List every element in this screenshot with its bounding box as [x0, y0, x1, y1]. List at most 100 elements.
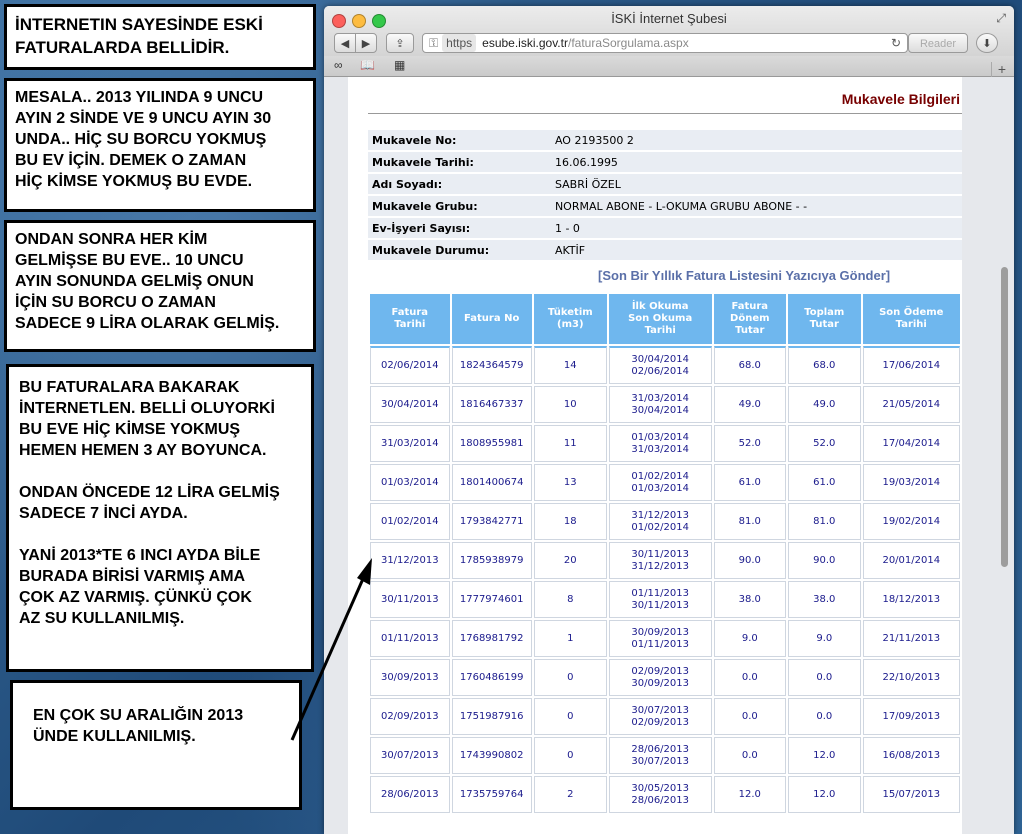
- url-path: /faturaSorgulama.aspx: [567, 36, 689, 50]
- table-cell: 02/06/2014: [370, 346, 450, 384]
- table-cell: 52.0: [788, 425, 861, 462]
- table-cell: 01/11/2013 30/11/2013: [608, 581, 712, 618]
- page-content: Mukavele Bilgileri Mukavele No: AO 219350…: [348, 77, 962, 834]
- table-cell: 02/09/2013: [370, 698, 450, 735]
- table-cell: 17/06/2014: [862, 346, 960, 384]
- table-cell: 1777974601: [451, 581, 532, 618]
- table-cell: 21/11/2013: [862, 620, 960, 657]
- table-cell: 0: [533, 737, 607, 774]
- table-cell: 1751987916: [451, 698, 532, 735]
- forward-button[interactable]: ▶: [355, 33, 377, 53]
- table-cell: 16/08/2013: [862, 737, 960, 774]
- info-row: Mukavele No: AO 2193500 2: [368, 130, 962, 150]
- table-cell: 2: [533, 776, 607, 813]
- table-cell: 9.0: [713, 620, 787, 657]
- downloads-icon[interactable]: ⬇: [976, 33, 998, 53]
- table-cell: 01/03/2014: [370, 464, 450, 501]
- table-cell: 38.0: [713, 581, 787, 618]
- print-invoice-list-link[interactable]: [Son Bir Yıllık Fatura Listesini Yazıcıy…: [598, 268, 890, 283]
- annotation-text: ONDAN SONRA HER KİM GELMİŞSE BU EVE.. 10…: [15, 231, 280, 332]
- address-bar[interactable]: ⚿ https esube.iski.gov.tr/faturaSorgulama.…: [422, 33, 908, 53]
- table-cell: 01/03/2014 31/03/2014: [608, 425, 712, 462]
- table-cell: 30/04/2014: [370, 386, 450, 423]
- table-cell: 1793842771: [451, 503, 532, 540]
- window-title: İSKİ İnternet Şubesi: [611, 11, 727, 26]
- invoice-table: Fatura Tarihi Fatura No Tüketim (m3) İlk Ok…: [368, 292, 962, 815]
- table-cell: 12.0: [713, 776, 787, 813]
- table-cell: 22/10/2013: [862, 659, 960, 696]
- divider: [368, 113, 962, 114]
- table-cell: 1816467337: [451, 386, 532, 423]
- table-row: 01/11/2013 1768981792 1 30/09/2013 01/11/20…: [370, 620, 960, 657]
- info-label: Ev-İşyeri Sayısı:: [368, 218, 551, 238]
- new-tab-button[interactable]: +: [991, 62, 1012, 78]
- info-label: Adı Soyadı:: [368, 174, 551, 194]
- annotation-text: İNTERNETIN SAYESİNDE ESKİ FATURALARDA BE…: [15, 15, 263, 57]
- column-header: Son Ödeme Tarihi: [862, 294, 960, 344]
- table-cell: 30/07/2013: [370, 737, 450, 774]
- top-sites-icon[interactable]: ▦: [394, 58, 405, 72]
- reading-list-icon[interactable]: ∞: [334, 58, 343, 72]
- table-cell: 21/05/2014: [862, 386, 960, 423]
- table-cell: 61.0: [788, 464, 861, 501]
- info-label: Mukavele No:: [368, 130, 551, 150]
- column-header: Toplam Tutar: [788, 294, 861, 344]
- section-title: Mukavele Bilgileri: [841, 91, 960, 107]
- table-cell: 61.0: [713, 464, 787, 501]
- share-button[interactable]: ⇪: [386, 33, 414, 53]
- info-value: 16.06.1995: [550, 152, 962, 172]
- info-label: Mukavele Tarihi:: [368, 152, 551, 172]
- annotation-text: YANİ 2013*TE 6 INCI AYDA BİLE BURADA BİR…: [19, 547, 261, 627]
- table-cell: 0: [533, 698, 607, 735]
- table-row: 01/03/2014 1801400674 13 01/02/2014 01/03/2…: [370, 464, 960, 501]
- annotation-text: BU FATURALARA BAKARAK İNTERNETLEN. BELLİ…: [19, 379, 275, 459]
- table-cell: 30/09/2013 01/11/2013: [608, 620, 712, 657]
- table-cell: 1785938979: [451, 542, 532, 579]
- back-button[interactable]: ◀: [334, 33, 356, 53]
- annotation-note-2: MESALA.. 2013 YILINDA 9 UNCU AYIN 2 SİND…: [4, 78, 316, 212]
- info-label: Mukavele Durumu:: [368, 240, 551, 260]
- table-cell: 30/05/2013 28/06/2013: [608, 776, 712, 813]
- info-row: Mukavele Durumu: AKTİF: [368, 240, 962, 260]
- vertical-scrollbar[interactable]: [1001, 267, 1008, 567]
- info-label: Mukavele Grubu:: [368, 196, 551, 216]
- annotation-note-5: EN ÇOK SU ARALIĞIN 2013 ÜNDE KULLANILMIŞ…: [10, 680, 302, 810]
- table-cell: 68.0: [788, 346, 861, 384]
- bookmarks-icon[interactable]: 📖: [360, 58, 375, 72]
- table-cell: 13: [533, 464, 607, 501]
- table-cell: 1768981792: [451, 620, 532, 657]
- table-cell: 20: [533, 542, 607, 579]
- info-value: NORMAL ABONE - L-OKUMA GRUBU ABONE - -: [550, 196, 962, 216]
- table-row: 02/09/2013 1751987916 0 30/07/2013 02/09/20…: [370, 698, 960, 735]
- toolbar: ◀ ▶ ⇪ ⚿ https esube.iski.gov.tr/faturaSorg…: [330, 33, 1008, 57]
- table-cell: 31/03/2014 30/04/2014: [608, 386, 712, 423]
- table-cell: 19/02/2014: [862, 503, 960, 540]
- table-cell: 52.0: [713, 425, 787, 462]
- info-row: Mukavele Tarihi: 16.06.1995: [368, 152, 962, 172]
- table-cell: 31/12/2013: [370, 542, 450, 579]
- annotation-text: EN ÇOK SU ARALIĞIN 2013 ÜNDE KULLANILMIŞ…: [33, 707, 244, 745]
- column-header: Fatura Tarihi: [370, 294, 450, 344]
- table-cell: 01/02/2014 01/03/2014: [608, 464, 712, 501]
- info-value: SABRİ ÖZEL: [550, 174, 962, 194]
- reader-button[interactable]: Reader: [908, 33, 968, 53]
- column-header: İlk Okuma Son Okuma Tarihi: [608, 294, 712, 344]
- table-cell: 90.0: [713, 542, 787, 579]
- table-cell: 1824364579: [451, 346, 532, 384]
- table-cell: 12.0: [788, 737, 861, 774]
- table-cell: 17/04/2014: [862, 425, 960, 462]
- table-row: 30/11/2013 1777974601 8 01/11/2013 30/11/20…: [370, 581, 960, 618]
- fullscreen-icon[interactable]: ⤢: [996, 11, 1006, 26]
- table-cell: 18/12/2013: [862, 581, 960, 618]
- table-cell: 0.0: [713, 737, 787, 774]
- table-cell: 1760486199: [451, 659, 532, 696]
- table-cell: 1808955981: [451, 425, 532, 462]
- table-cell: 0.0: [713, 659, 787, 696]
- table-row: 30/04/2014 1816467337 10 31/03/2014 30/04/2…: [370, 386, 960, 423]
- reload-icon[interactable]: ↻: [891, 34, 901, 52]
- table-row: 02/06/2014 1824364579 14 30/04/2014 02/06/2…: [370, 346, 960, 384]
- table-cell: 11: [533, 425, 607, 462]
- annotation-text: MESALA.. 2013 YILINDA 9 UNCU AYIN 2 SİND…: [15, 89, 272, 190]
- table-cell: 17/09/2013: [862, 698, 960, 735]
- annotation-note-1: İNTERNETIN SAYESİNDE ESKİ FATURALARDA BE…: [4, 4, 316, 70]
